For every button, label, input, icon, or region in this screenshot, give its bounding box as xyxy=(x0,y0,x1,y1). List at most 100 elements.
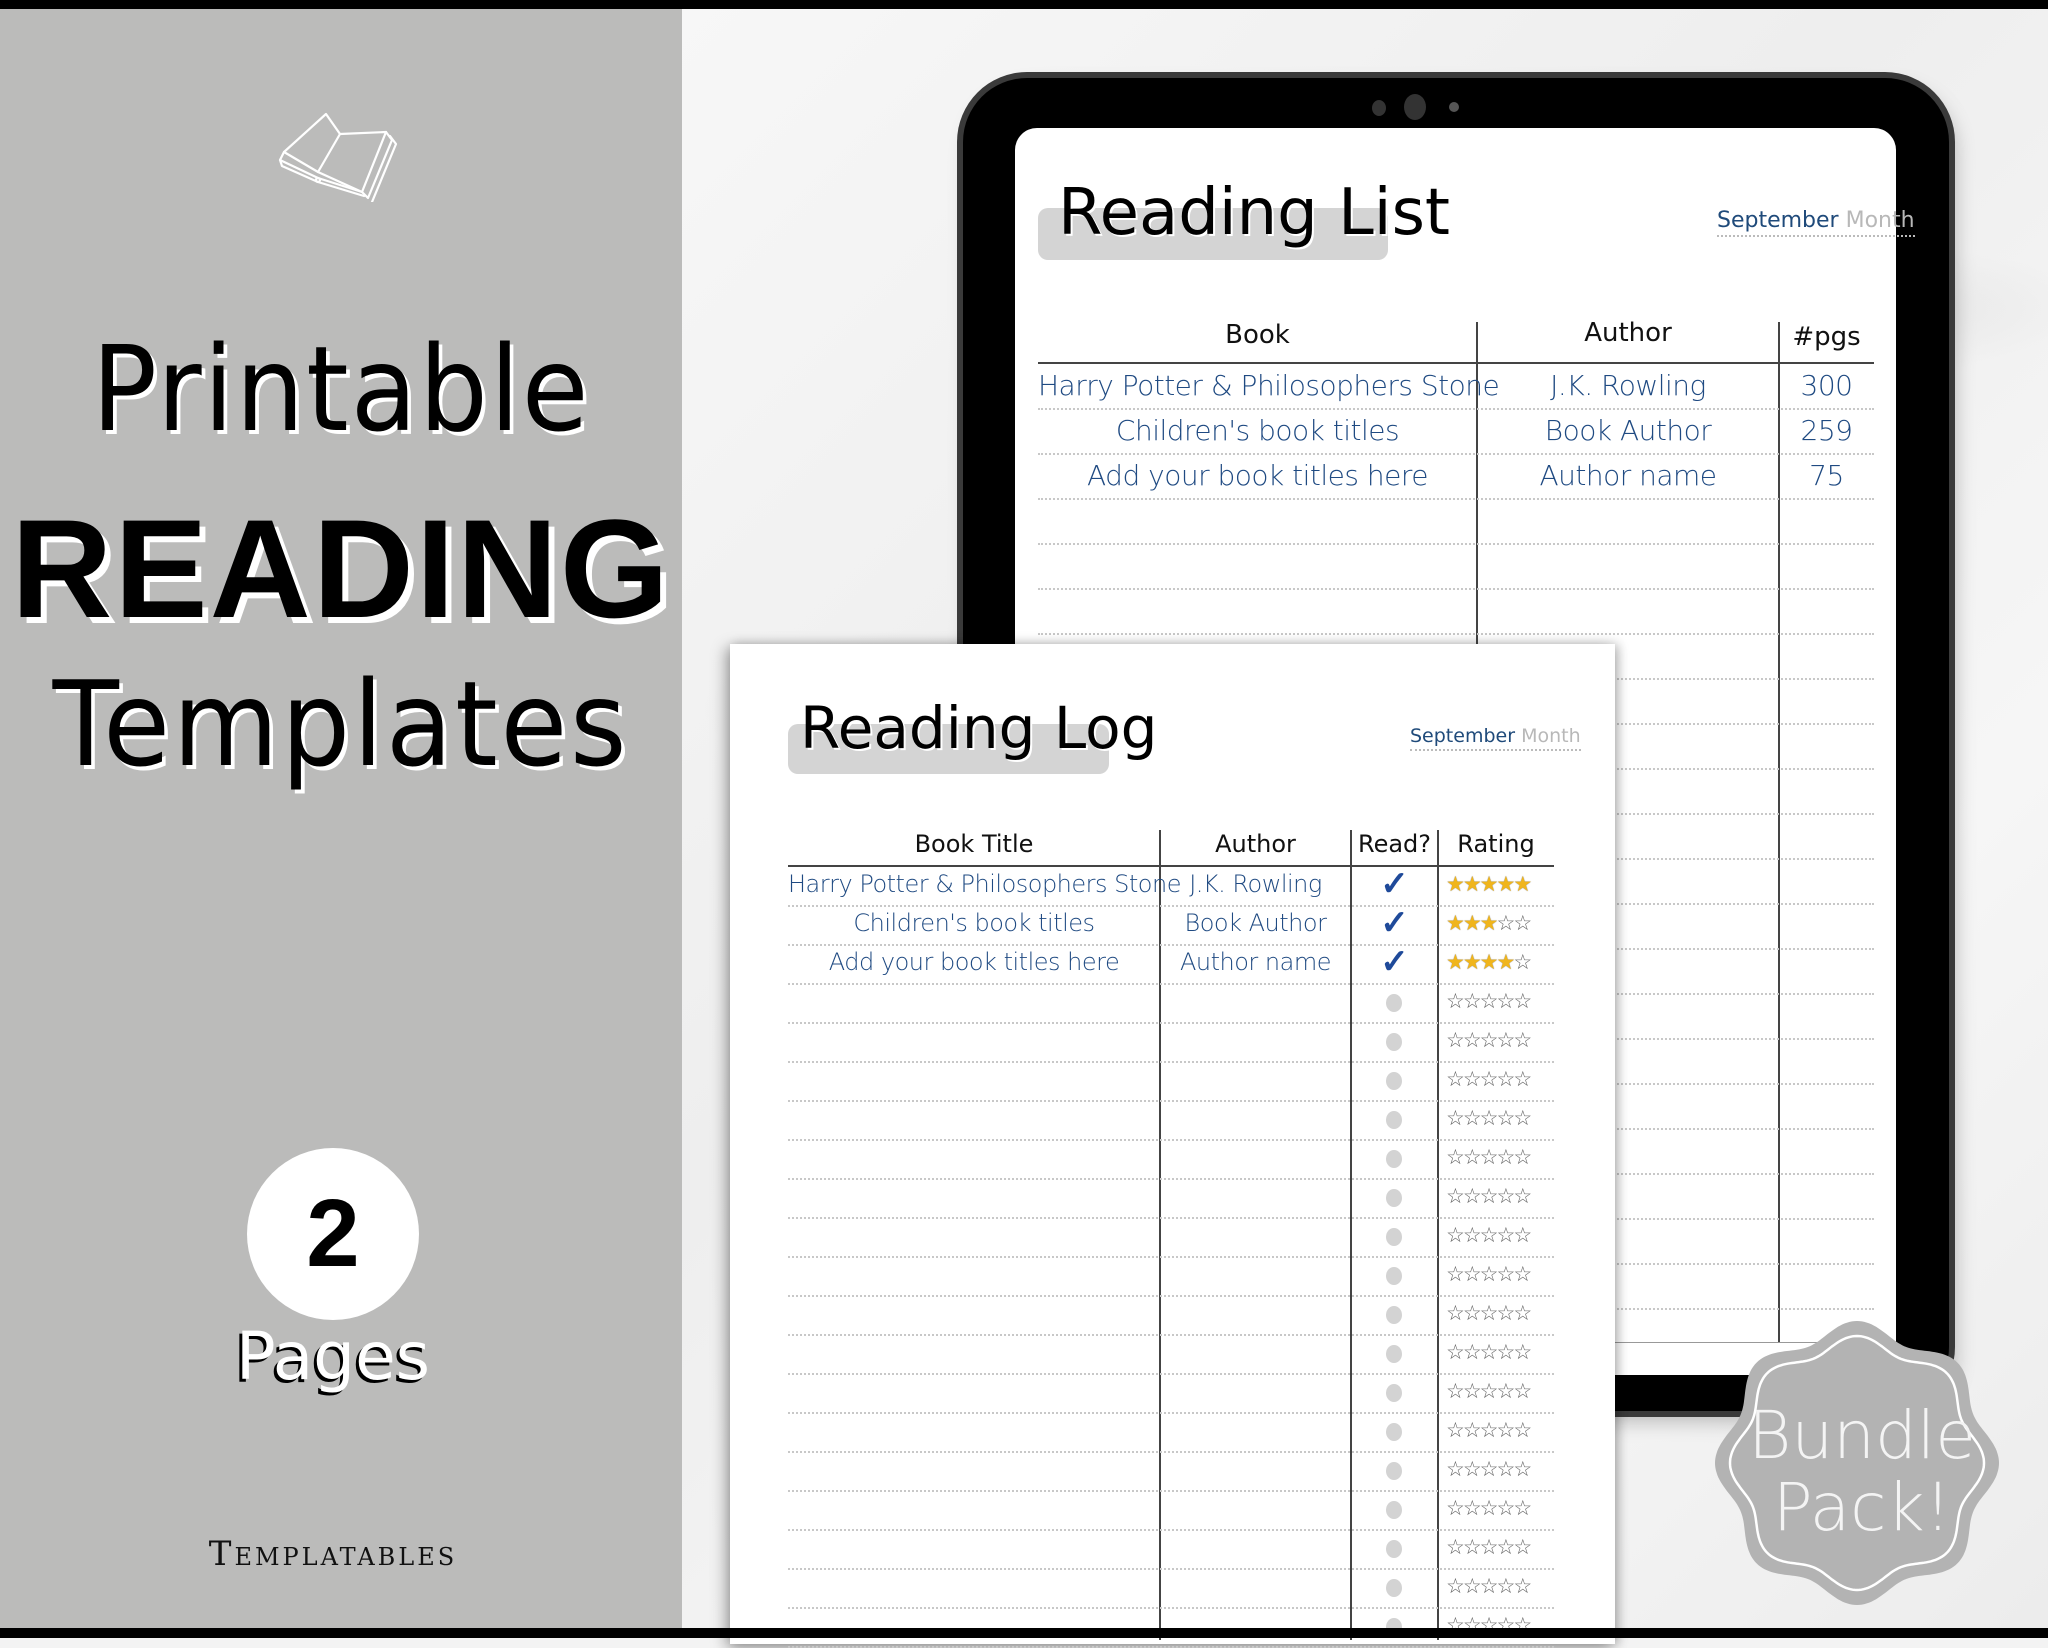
star-empty-icon[interactable]: ☆ xyxy=(1446,1575,1465,1598)
star-filled-icon[interactable]: ★ xyxy=(1446,951,1465,974)
star-empty-icon[interactable]: ☆ xyxy=(1496,1029,1515,1052)
star-filled-icon[interactable]: ★ xyxy=(1480,912,1499,935)
star-empty-icon[interactable]: ☆ xyxy=(1496,1185,1515,1208)
star-rating[interactable]: ☆☆☆☆☆ xyxy=(1446,1379,1532,1404)
star-empty-icon[interactable]: ☆ xyxy=(1463,1224,1482,1247)
unchecked-circle[interactable] xyxy=(1386,1306,1402,1324)
star-filled-icon[interactable]: ★ xyxy=(1463,912,1482,935)
star-rating[interactable]: ☆☆☆☆☆ xyxy=(1446,1028,1532,1053)
pages-cell[interactable]: 300 xyxy=(1779,369,1874,402)
author-cell[interactable]: Author name xyxy=(1160,948,1351,976)
star-empty-icon[interactable]: ☆ xyxy=(1480,1302,1499,1325)
star-empty-icon[interactable]: ☆ xyxy=(1446,1419,1465,1442)
book-title-cell[interactable]: Add your book titles here xyxy=(788,948,1160,976)
star-filled-icon[interactable]: ★ xyxy=(1496,951,1515,974)
star-empty-icon[interactable]: ☆ xyxy=(1480,1068,1499,1091)
star-empty-icon[interactable]: ☆ xyxy=(1496,1146,1515,1169)
star-empty-icon[interactable]: ☆ xyxy=(1480,1536,1499,1559)
pages-cell[interactable]: 75 xyxy=(1779,459,1874,492)
author-cell[interactable]: J.K. Rowling xyxy=(1477,369,1779,402)
star-empty-icon[interactable]: ☆ xyxy=(1496,1575,1515,1598)
star-rating[interactable]: ☆☆☆☆☆ xyxy=(1446,1223,1532,1248)
star-rating[interactable]: ☆☆☆☆☆ xyxy=(1446,1184,1532,1209)
star-empty-icon[interactable]: ☆ xyxy=(1496,1263,1515,1286)
star-rating[interactable]: ☆☆☆☆☆ xyxy=(1446,1418,1532,1443)
star-empty-icon[interactable]: ☆ xyxy=(1513,951,1532,974)
star-empty-icon[interactable]: ☆ xyxy=(1480,1029,1499,1052)
unchecked-circle[interactable] xyxy=(1386,1033,1402,1051)
unchecked-circle[interactable] xyxy=(1386,1189,1402,1207)
star-filled-icon[interactable]: ★ xyxy=(1513,873,1532,896)
star-empty-icon[interactable]: ☆ xyxy=(1513,1029,1532,1052)
star-filled-icon[interactable]: ★ xyxy=(1496,873,1515,896)
star-empty-icon[interactable]: ☆ xyxy=(1513,1419,1532,1442)
star-empty-icon[interactable]: ☆ xyxy=(1513,1224,1532,1247)
star-rating[interactable]: ☆☆☆☆☆ xyxy=(1446,989,1532,1014)
unchecked-circle[interactable] xyxy=(1386,1150,1402,1168)
book-title-cell[interactable]: Harry Potter & Philosophers Stone xyxy=(788,870,1181,898)
star-empty-icon[interactable]: ☆ xyxy=(1513,1263,1532,1286)
star-empty-icon[interactable]: ☆ xyxy=(1480,1380,1499,1403)
month-value[interactable]: September xyxy=(1717,208,1839,233)
star-empty-icon[interactable]: ☆ xyxy=(1463,1575,1482,1598)
star-empty-icon[interactable]: ☆ xyxy=(1463,1380,1482,1403)
star-empty-icon[interactable]: ☆ xyxy=(1463,1146,1482,1169)
star-empty-icon[interactable]: ☆ xyxy=(1480,990,1499,1013)
author-cell[interactable]: Author name xyxy=(1477,459,1779,492)
star-empty-icon[interactable]: ☆ xyxy=(1463,1419,1482,1442)
star-filled-icon[interactable]: ★ xyxy=(1463,873,1482,896)
star-empty-icon[interactable]: ☆ xyxy=(1480,1107,1499,1130)
month-value[interactable]: September xyxy=(1410,725,1515,747)
star-empty-icon[interactable]: ☆ xyxy=(1513,1458,1532,1481)
star-rating[interactable]: ★★★★☆ xyxy=(1446,950,1532,975)
star-empty-icon[interactable]: ☆ xyxy=(1463,990,1482,1013)
star-empty-icon[interactable]: ☆ xyxy=(1513,1497,1532,1520)
unchecked-circle[interactable] xyxy=(1386,994,1402,1012)
star-empty-icon[interactable]: ☆ xyxy=(1496,1302,1515,1325)
star-empty-icon[interactable]: ☆ xyxy=(1513,1575,1532,1598)
unchecked-circle[interactable] xyxy=(1386,1384,1402,1402)
star-empty-icon[interactable]: ☆ xyxy=(1446,1536,1465,1559)
star-filled-icon[interactable]: ★ xyxy=(1446,912,1465,935)
star-rating[interactable]: ☆☆☆☆☆ xyxy=(1446,1301,1532,1326)
star-empty-icon[interactable]: ☆ xyxy=(1480,1458,1499,1481)
star-empty-icon[interactable]: ☆ xyxy=(1496,1536,1515,1559)
star-empty-icon[interactable]: ☆ xyxy=(1480,1497,1499,1520)
book-title-cell[interactable]: Harry Potter & Philosophers Stone xyxy=(1038,369,1500,402)
star-empty-icon[interactable]: ☆ xyxy=(1446,1380,1465,1403)
star-empty-icon[interactable]: ☆ xyxy=(1513,1185,1532,1208)
star-empty-icon[interactable]: ☆ xyxy=(1513,990,1532,1013)
star-rating[interactable]: ☆☆☆☆☆ xyxy=(1446,1262,1532,1287)
unchecked-circle[interactable] xyxy=(1386,1345,1402,1363)
star-empty-icon[interactable]: ☆ xyxy=(1496,1341,1515,1364)
checkmark-icon[interactable]: ✓ xyxy=(1351,903,1438,943)
star-empty-icon[interactable]: ☆ xyxy=(1496,1107,1515,1130)
book-title-cell[interactable]: Children's book titles xyxy=(788,909,1160,937)
unchecked-circle[interactable] xyxy=(1386,1072,1402,1090)
unchecked-circle[interactable] xyxy=(1386,1228,1402,1246)
star-empty-icon[interactable]: ☆ xyxy=(1446,1302,1465,1325)
star-empty-icon[interactable]: ☆ xyxy=(1463,1185,1482,1208)
star-empty-icon[interactable]: ☆ xyxy=(1463,1302,1482,1325)
star-empty-icon[interactable]: ☆ xyxy=(1463,1497,1482,1520)
star-empty-icon[interactable]: ☆ xyxy=(1513,1341,1532,1364)
star-empty-icon[interactable]: ☆ xyxy=(1463,1107,1482,1130)
star-rating[interactable]: ★★★★★ xyxy=(1446,872,1532,897)
star-rating[interactable]: ☆☆☆☆☆ xyxy=(1446,1535,1532,1560)
author-cell[interactable]: Book Author xyxy=(1477,414,1779,447)
unchecked-circle[interactable] xyxy=(1386,1267,1402,1285)
star-empty-icon[interactable]: ☆ xyxy=(1496,1497,1515,1520)
star-filled-icon[interactable]: ★ xyxy=(1463,951,1482,974)
star-empty-icon[interactable]: ☆ xyxy=(1480,1341,1499,1364)
star-empty-icon[interactable]: ☆ xyxy=(1463,1068,1482,1091)
star-empty-icon[interactable]: ☆ xyxy=(1446,1263,1465,1286)
star-empty-icon[interactable]: ☆ xyxy=(1496,990,1515,1013)
star-empty-icon[interactable]: ☆ xyxy=(1480,1263,1499,1286)
star-empty-icon[interactable]: ☆ xyxy=(1496,1224,1515,1247)
star-empty-icon[interactable]: ☆ xyxy=(1463,1536,1482,1559)
star-empty-icon[interactable]: ☆ xyxy=(1513,1146,1532,1169)
book-title-cell[interactable]: Add your book titles here xyxy=(1038,459,1477,492)
star-empty-icon[interactable]: ☆ xyxy=(1513,1380,1532,1403)
star-empty-icon[interactable]: ☆ xyxy=(1480,1419,1499,1442)
book-title-cell[interactable]: Children's book titles xyxy=(1038,414,1477,447)
